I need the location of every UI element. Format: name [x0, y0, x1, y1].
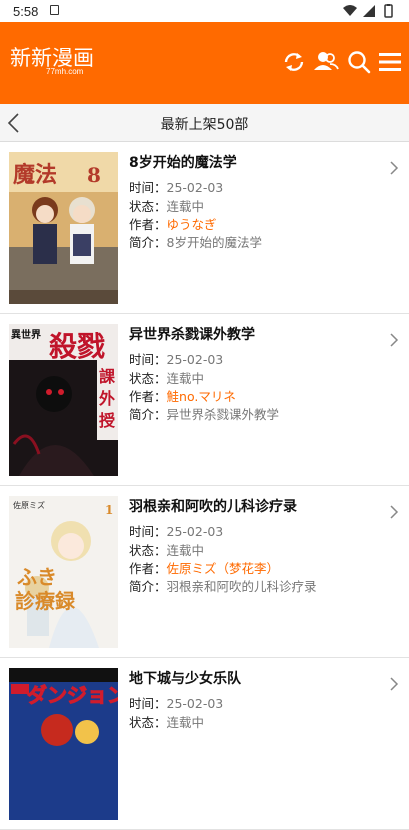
- comic-author: 作者：鮭no.マリネ: [129, 386, 236, 405]
- system-status-icons: [343, 4, 393, 18]
- intro-value: 8岁开始的魔法学: [166, 235, 262, 250]
- chevron-right-icon: [390, 505, 399, 519]
- author-link[interactable]: 鮭no.マリネ: [167, 389, 236, 404]
- time-value: 25-02-03: [166, 352, 224, 367]
- svg-text:異世界: 異世界: [11, 328, 41, 341]
- author-label: 作者：: [129, 561, 167, 576]
- page-title: 最新上架50部: [160, 117, 249, 133]
- time-label: 时间：: [129, 180, 167, 195]
- comic-status: 状态：连载中: [129, 712, 204, 731]
- search-icon[interactable]: [346, 49, 372, 75]
- status-value: 连载中: [166, 371, 205, 386]
- time-label: 时间：: [129, 352, 167, 367]
- update-time: 时间：25-02-03: [129, 693, 223, 712]
- svg-text:授: 授: [99, 411, 116, 430]
- comic-title[interactable]: 羽根亲和阿吹的儿科诊疗录: [129, 496, 297, 516]
- status-time: 5:58: [13, 4, 39, 19]
- intro-label: 简介：: [129, 407, 167, 422]
- status-label: 状态：: [129, 543, 167, 558]
- comic-title[interactable]: 8岁开始的魔法学: [129, 152, 237, 172]
- intro-label: 简介：: [129, 579, 167, 594]
- comic-author: 作者：ゆうなぎ: [129, 214, 217, 233]
- author-label: 作者：: [129, 217, 167, 232]
- comic-intro: 简介：8岁开始的魔法学: [129, 232, 262, 251]
- status-label: 状态：: [129, 371, 167, 386]
- svg-text:魔法: 魔法: [13, 162, 57, 188]
- svg-text:ふき: ふき: [17, 565, 57, 589]
- update-time: 时间：25-02-03: [129, 349, 223, 368]
- author-label: 作者：: [129, 389, 167, 404]
- time-label: 时间：: [129, 696, 167, 711]
- status-bar: 5:58: [0, 0, 409, 22]
- time-value: 25-02-03: [166, 180, 224, 195]
- app-header: 新新漫画 77mh.com: [0, 22, 409, 104]
- comic-author: 作者：佐原ミズ（梦花李）: [129, 558, 279, 577]
- cover-image[interactable]: ダンジョン: [9, 668, 118, 820]
- svg-text:8: 8: [87, 163, 101, 187]
- comic-title[interactable]: 异世界杀戮课外教学: [129, 324, 255, 344]
- intro-label: 简介：: [129, 235, 167, 250]
- chevron-right-icon: [390, 677, 399, 691]
- comic-intro: 简介：羽根亲和阿吹的儿科诊疗录: [129, 576, 317, 595]
- svg-text:課: 課: [99, 367, 116, 386]
- svg-text:ダンジョン: ダンジョン: [27, 683, 118, 707]
- intro-value: 异世界杀戮课外教学: [166, 407, 280, 422]
- list-item[interactable]: 魔法 8 8岁开始的魔法学 时间：25-02-03 状态：连载中 作者：ゆうなぎ…: [0, 142, 409, 314]
- comic-status: 状态：连载中: [129, 540, 204, 559]
- notification-icon: [50, 5, 59, 15]
- time-value: 25-02-03: [166, 524, 224, 539]
- page-nav-bar: 最新上架50部: [0, 104, 409, 142]
- update-time: 时间：25-02-03: [129, 521, 223, 540]
- comic-status: 状态：连载中: [129, 196, 204, 215]
- svg-text:1: 1: [105, 503, 113, 517]
- cover-image[interactable]: 異世界 殺戮 課 外 授: [9, 324, 118, 476]
- list-item[interactable]: 異世界 殺戮 課 外 授 异世界杀戮课外教学 时间：25-02-03 状态：连载…: [0, 314, 409, 486]
- user-icon[interactable]: [313, 49, 339, 75]
- svg-text:殺戮: 殺戮: [49, 330, 105, 363]
- status-value: 连载中: [166, 199, 205, 214]
- status-value: 连载中: [166, 543, 205, 558]
- comic-intro: 简介：异世界杀戮课外教学: [129, 404, 279, 423]
- chevron-right-icon: [390, 333, 399, 347]
- menu-icon[interactable]: [377, 49, 403, 75]
- svg-text:診療録: 診療録: [15, 589, 76, 613]
- svg-text:佐原ミズ: 佐原ミズ: [13, 500, 45, 510]
- author-link[interactable]: ゆうなぎ: [167, 217, 217, 232]
- author-link[interactable]: 佐原ミズ（梦花李）: [167, 561, 280, 576]
- svg-text:外: 外: [98, 389, 115, 408]
- list-item[interactable]: 佐原ミズ ふき 診療録 1 羽根亲和阿吹的儿科诊疗录 时间：25-02-03 状…: [0, 486, 409, 658]
- refresh-icon[interactable]: [281, 49, 307, 75]
- cover-image[interactable]: 佐原ミズ ふき 診療録 1: [9, 496, 118, 648]
- list-item[interactable]: ダンジョン 地下城与少女乐队 时间：25-02-03 状态：连载中: [0, 658, 409, 830]
- update-time: 时间：25-02-03: [129, 177, 223, 196]
- cover-image[interactable]: 魔法 8: [9, 152, 118, 304]
- intro-value: 羽根亲和阿吹的儿科诊疗录: [166, 579, 317, 594]
- status-label: 状态：: [129, 199, 167, 214]
- logo-domain: 77mh.com: [46, 67, 84, 76]
- time-value: 25-02-03: [166, 696, 224, 711]
- comic-title[interactable]: 地下城与少女乐队: [129, 668, 241, 688]
- comic-list: 魔法 8 8岁开始的魔法学 时间：25-02-03 状态：连载中 作者：ゆうなぎ…: [0, 142, 409, 830]
- comic-status: 状态：连载中: [129, 368, 204, 387]
- chevron-right-icon: [390, 161, 399, 175]
- time-label: 时间：: [129, 524, 167, 539]
